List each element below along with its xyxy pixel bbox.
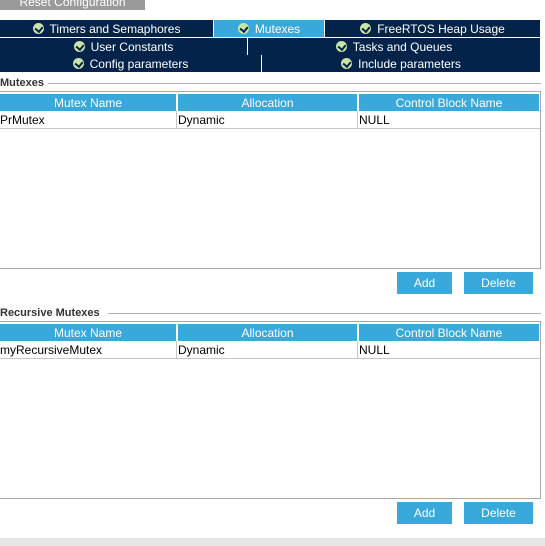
column-header-control-block-name[interactable]: Control Block Name — [359, 324, 539, 341]
recursive-mutexes-table[interactable]: Mutex Name Allocation Control Block Name… — [0, 321, 541, 499]
tab-mutexes[interactable]: Mutexes — [214, 20, 324, 37]
check-circle-icon — [237, 23, 249, 34]
check-circle-icon — [360, 23, 372, 34]
tab-label: Timers and Semaphores — [49, 21, 181, 36]
cell-control-block-name[interactable]: NULL — [358, 341, 540, 358]
tab-row-3: Config parameters Include parameters — [0, 55, 545, 72]
column-header-allocation[interactable]: Allocation — [178, 94, 357, 111]
cell-mutex-name[interactable]: PrMutex — [0, 111, 177, 128]
tab-user-constants[interactable]: User Constants — [0, 38, 247, 55]
check-circle-icon — [72, 58, 84, 69]
tab-row-2: User Constants Tasks and Queues — [0, 38, 545, 55]
delete-recursive-mutex-button[interactable]: Delete — [464, 502, 533, 524]
table-row[interactable]: PrMutex Dynamic NULL — [0, 111, 540, 129]
mutexes-group-title: Mutexes — [0, 77, 48, 90]
check-circle-icon — [335, 41, 347, 52]
tab-label: Config parameters — [89, 56, 189, 71]
tab-include-parameters[interactable]: Include parameters — [262, 55, 540, 72]
check-circle-icon — [341, 58, 353, 69]
group-divider — [108, 313, 541, 314]
delete-mutex-button[interactable]: Delete — [464, 272, 533, 294]
tab-freertos-heap-usage[interactable]: FreeRTOS Heap Usage — [325, 20, 540, 37]
check-circle-icon — [32, 23, 44, 34]
tab-row-1: Timers and Semaphores Mutexes FreeRTOS H… — [0, 20, 545, 37]
cell-control-block-name[interactable]: NULL — [358, 111, 540, 128]
reset-configuration-button[interactable]: Reset Configuration — [0, 0, 145, 10]
column-header-mutex-name[interactable]: Mutex Name — [0, 94, 176, 111]
tab-label: User Constants — [90, 39, 174, 54]
add-recursive-mutex-button[interactable]: Add — [397, 502, 452, 524]
column-header-mutex-name[interactable]: Mutex Name — [0, 324, 176, 341]
check-circle-icon — [73, 41, 85, 52]
bottom-divider — [0, 538, 545, 546]
tab-config-parameters[interactable]: Config parameters — [0, 55, 261, 72]
tab-label: FreeRTOS Heap Usage — [377, 21, 505, 36]
tab-timers-and-semaphores[interactable]: Timers and Semaphores — [0, 20, 213, 37]
tab-label: Mutexes — [254, 21, 301, 36]
table-row[interactable]: myRecursiveMutex Dynamic NULL — [0, 341, 540, 359]
tab-label: Include parameters — [358, 56, 461, 71]
column-header-allocation[interactable]: Allocation — [178, 324, 357, 341]
tab-label: Tasks and Queues — [352, 39, 453, 54]
recursive-mutexes-group-title: Recursive Mutexes — [0, 307, 103, 320]
tab-tasks-and-queues[interactable]: Tasks and Queues — [248, 38, 540, 55]
table-header: Mutex Name Allocation Control Block Name — [0, 94, 540, 111]
cell-allocation[interactable]: Dynamic — [177, 111, 358, 128]
cell-allocation[interactable]: Dynamic — [177, 341, 358, 358]
add-mutex-button[interactable]: Add — [397, 272, 452, 294]
group-divider — [48, 83, 541, 84]
column-header-control-block-name[interactable]: Control Block Name — [359, 94, 539, 111]
cell-mutex-name[interactable]: myRecursiveMutex — [0, 341, 177, 358]
mutexes-table[interactable]: Mutex Name Allocation Control Block Name… — [0, 91, 541, 269]
table-header: Mutex Name Allocation Control Block Name — [0, 324, 540, 341]
